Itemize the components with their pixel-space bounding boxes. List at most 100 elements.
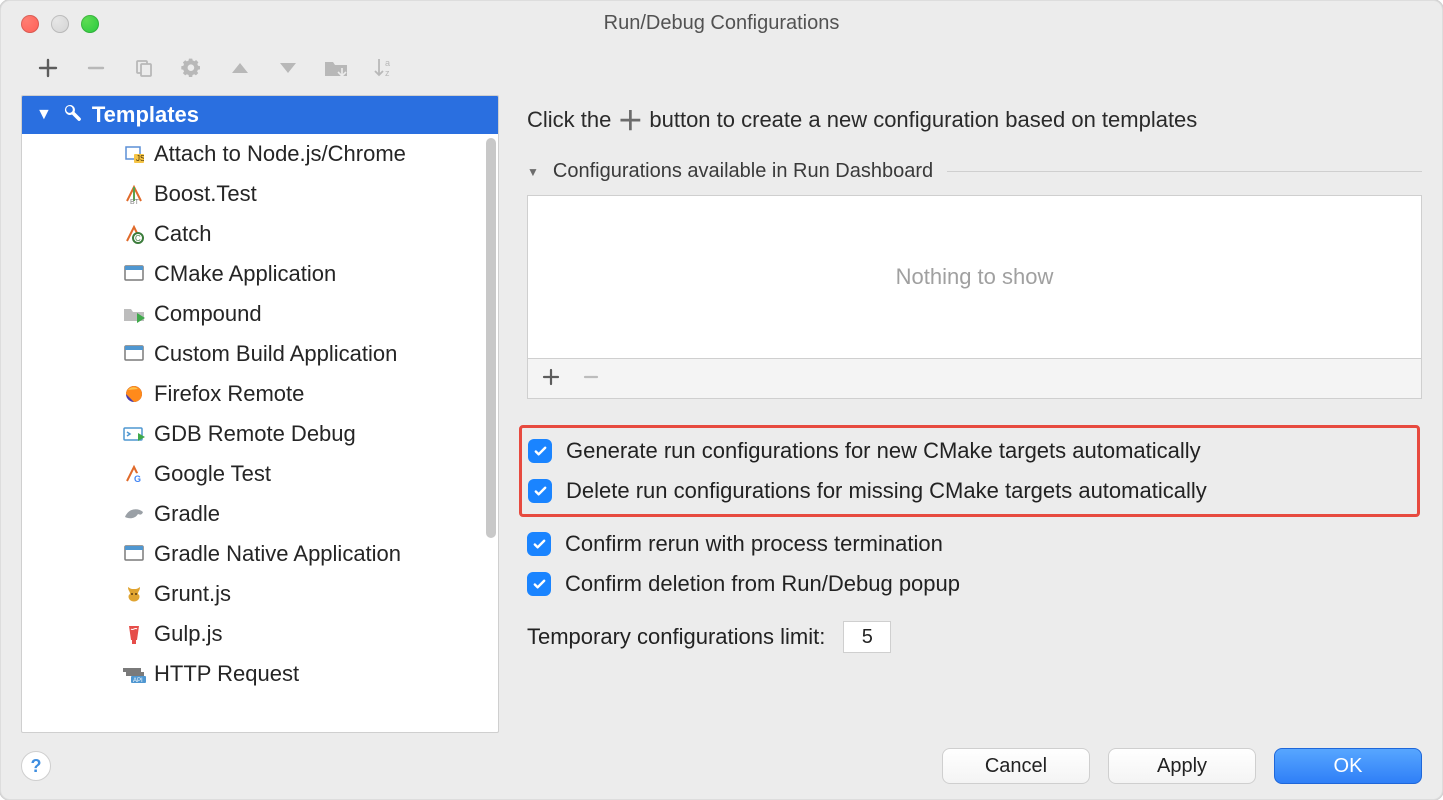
checkbox-generate-cmake[interactable]: Generate run configurations for new CMak… — [528, 438, 1411, 464]
dashboard-add-button[interactable] — [542, 366, 560, 392]
templates-label: Templates — [92, 102, 199, 128]
boost-test-icon: BT — [122, 182, 146, 206]
template-label: Catch — [154, 221, 211, 247]
template-label: Boost.Test — [154, 181, 257, 207]
checkbox-icon — [527, 572, 551, 596]
run-debug-config-window: Run/Debug Configurations az — [0, 0, 1443, 800]
window-minimize-button[interactable] — [51, 15, 69, 33]
templates-node[interactable]: ▼ Templates — [22, 96, 498, 134]
sort-alpha-button[interactable]: az — [371, 55, 397, 81]
firefox-icon — [122, 382, 146, 406]
window-title: Run/Debug Configurations — [604, 12, 840, 35]
template-http-request[interactable]: API HTTP Request — [22, 654, 498, 694]
ok-button[interactable]: OK — [1274, 748, 1422, 784]
checkbox-confirm-rerun[interactable]: Confirm rerun with process termination — [527, 531, 1422, 557]
checkbox-label: Confirm deletion from Run/Debug popup — [565, 571, 960, 597]
copy-config-button[interactable] — [131, 55, 157, 81]
dashboard-group: ▼ Configurations available in Run Dashbo… — [527, 160, 1422, 399]
remove-config-button[interactable] — [83, 55, 109, 81]
expand-arrow-icon: ▼ — [36, 106, 52, 124]
template-gradle-native[interactable]: Gradle Native Application — [22, 534, 498, 574]
checkbox-label: Delete run configurations for missing CM… — [566, 478, 1207, 504]
toolbar: az — [1, 45, 1442, 91]
dashboard-group-label: Configurations available in Run Dashboar… — [553, 160, 933, 183]
svg-text:JS: JS — [136, 154, 144, 163]
gradle-native-icon — [122, 542, 146, 566]
limit-input[interactable]: 5 — [843, 621, 891, 653]
config-tree[interactable]: ▼ Templates JS Attach to Node.js/Chrome … — [22, 96, 498, 732]
svg-text:G: G — [134, 474, 141, 484]
template-label: Gulp.js — [154, 621, 222, 647]
svg-text:a: a — [385, 58, 390, 68]
cancel-button[interactable]: Cancel — [942, 748, 1090, 784]
dashboard-remove-button[interactable] — [582, 366, 600, 392]
checkbox-group: Generate run configurations for new CMak… — [527, 425, 1422, 597]
checkbox-icon — [527, 532, 551, 556]
template-custom-build[interactable]: Custom Build Application — [22, 334, 498, 374]
template-boost-test[interactable]: BT Boost.Test — [22, 174, 498, 214]
template-label: HTTP Request — [154, 661, 299, 687]
template-grunt[interactable]: Grunt.js — [22, 574, 498, 614]
svg-text:C: C — [135, 234, 141, 243]
template-google-test[interactable]: G Google Test — [22, 454, 498, 494]
template-gdb-remote[interactable]: GDB Remote Debug — [22, 414, 498, 454]
template-label: Google Test — [154, 461, 271, 487]
template-label: Attach to Node.js/Chrome — [154, 141, 406, 167]
catch-icon: C — [122, 222, 146, 246]
template-label: Compound — [154, 301, 262, 327]
gdb-icon — [122, 422, 146, 446]
temp-config-limit-row: Temporary configurations limit: 5 — [527, 621, 1422, 653]
template-label: Firefox Remote — [154, 381, 304, 407]
titlebar: Run/Debug Configurations — [1, 1, 1442, 45]
collapse-arrow-icon: ▼ — [527, 165, 539, 179]
gradle-icon — [122, 502, 146, 526]
apply-button[interactable]: Apply — [1108, 748, 1256, 784]
template-label: CMake Application — [154, 261, 336, 287]
window-maximize-button[interactable] — [81, 15, 99, 33]
dashboard-group-header[interactable]: ▼ Configurations available in Run Dashbo… — [527, 160, 1422, 183]
checkbox-confirm-deletion[interactable]: Confirm deletion from Run/Debug popup — [527, 571, 1422, 597]
cmake-app-icon — [122, 262, 146, 286]
checkbox-icon — [528, 439, 552, 463]
template-firefox-remote[interactable]: Firefox Remote — [22, 374, 498, 414]
tree-scrollbar[interactable] — [486, 138, 496, 538]
grunt-icon — [122, 582, 146, 606]
checkbox-icon — [528, 479, 552, 503]
move-down-button[interactable] — [275, 55, 301, 81]
window-close-button[interactable] — [21, 15, 39, 33]
custom-build-icon — [122, 342, 146, 366]
help-button[interactable]: ? — [21, 751, 51, 781]
save-to-folder-button[interactable] — [323, 55, 349, 81]
dashboard-empty-text: Nothing to show — [896, 264, 1054, 290]
hint-text: Click the ＋ button to create a new confi… — [527, 101, 1422, 138]
svg-text:API: API — [133, 678, 143, 683]
template-label: Grunt.js — [154, 581, 231, 607]
template-catch[interactable]: C Catch — [22, 214, 498, 254]
template-cmake-app[interactable]: CMake Application — [22, 254, 498, 294]
edit-defaults-button[interactable] — [179, 55, 205, 81]
detail-pane: Click the ＋ button to create a new confi… — [527, 95, 1422, 733]
add-config-button[interactable] — [35, 55, 61, 81]
dashboard-footer — [527, 359, 1422, 399]
checkbox-label: Confirm rerun with process termination — [565, 531, 943, 557]
http-api-icon: API — [122, 662, 146, 686]
compound-icon — [122, 302, 146, 326]
wrench-icon — [62, 102, 82, 128]
template-label: Gradle — [154, 501, 220, 527]
plus-icon: ＋ — [615, 101, 645, 138]
config-tree-pane: ▼ Templates JS Attach to Node.js/Chrome … — [21, 95, 499, 733]
dashboard-list[interactable]: Nothing to show — [527, 195, 1422, 359]
template-attach-node[interactable]: JS Attach to Node.js/Chrome — [22, 134, 498, 174]
move-up-button[interactable] — [227, 55, 253, 81]
highlighted-options: Generate run configurations for new CMak… — [519, 425, 1420, 517]
template-label: Gradle Native Application — [154, 541, 401, 567]
checkbox-delete-cmake[interactable]: Delete run configurations for missing CM… — [528, 478, 1411, 504]
template-label: Custom Build Application — [154, 341, 397, 367]
template-compound[interactable]: Compound — [22, 294, 498, 334]
template-gulp[interactable]: Gulp.js — [22, 614, 498, 654]
googletest-icon: G — [122, 462, 146, 486]
template-gradle[interactable]: Gradle — [22, 494, 498, 534]
template-label: GDB Remote Debug — [154, 421, 356, 447]
svg-text:z: z — [385, 68, 390, 78]
checkbox-label: Generate run configurations for new CMak… — [566, 438, 1201, 464]
